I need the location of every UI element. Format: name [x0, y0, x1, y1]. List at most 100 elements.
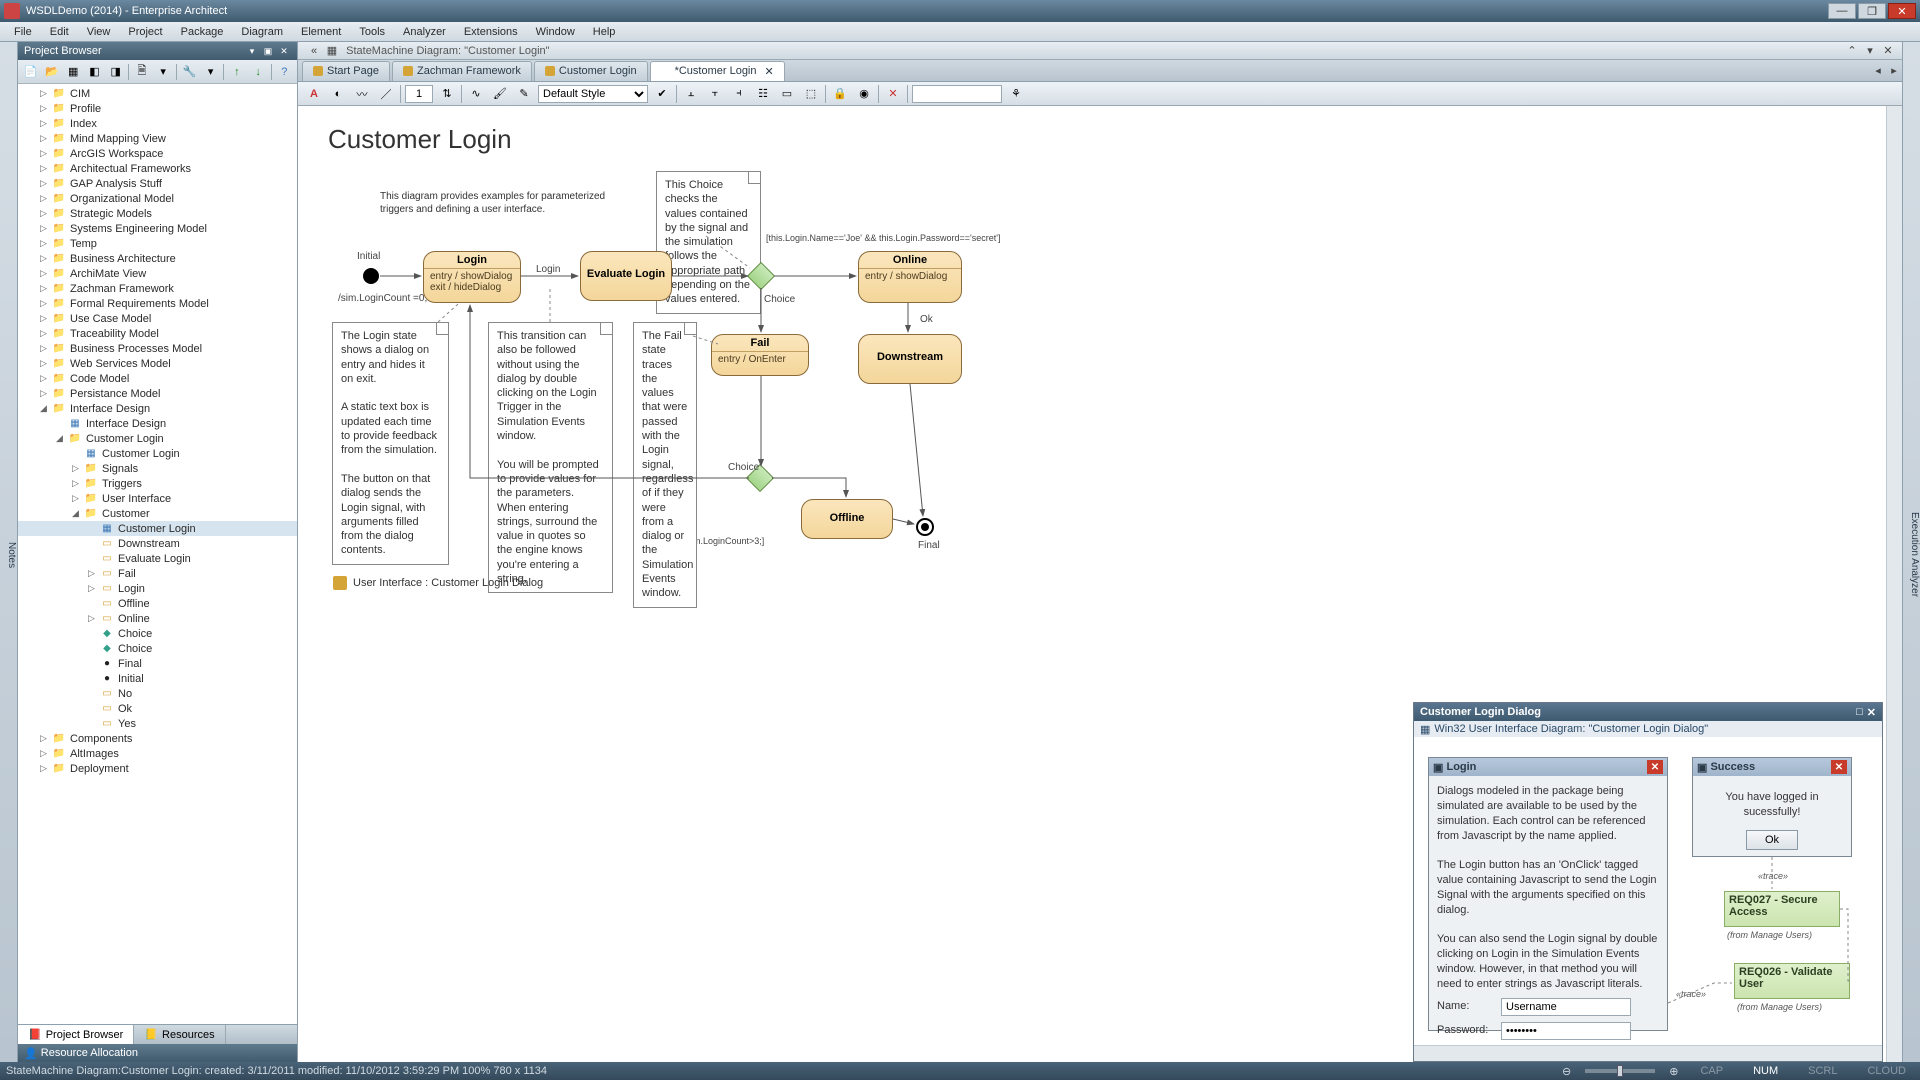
menu-window[interactable]: Window	[528, 24, 583, 40]
eyedrop-icon[interactable]: ✎	[514, 85, 534, 103]
dialog-panel-title[interactable]: Customer Login Dialog □ ✕	[1414, 703, 1882, 721]
filter-icon[interactable]: ⚘	[1006, 85, 1026, 103]
state-fail[interactable]: Fail entry / OnEnter	[711, 334, 809, 376]
tree-item[interactable]: ◢📁Customer Login	[18, 431, 297, 446]
diagram-icon[interactable]: ▦	[324, 44, 340, 58]
tree-item[interactable]: ◢📁Customer	[18, 506, 297, 521]
note-fail[interactable]: The Fail state traces the values that we…	[633, 322, 697, 608]
minimize-button[interactable]: —	[1828, 3, 1856, 19]
tree-item[interactable]: ▷📁Temp	[18, 236, 297, 251]
panel-close-icon[interactable]: ✕	[1867, 706, 1876, 719]
tree-item[interactable]: ▭Yes	[18, 716, 297, 731]
zoom-slider[interactable]	[1585, 1069, 1655, 1073]
tree-item[interactable]: ▷📁Components	[18, 731, 297, 746]
fill-icon[interactable]: ◐	[328, 85, 348, 103]
tree-item[interactable]: ▷📁GAP Analysis Stuff	[18, 176, 297, 191]
style-select[interactable]: Default Style	[538, 85, 648, 103]
menu-tools[interactable]: Tools	[351, 24, 393, 40]
note-login[interactable]: The Login state shows a dialog on entry …	[332, 322, 449, 565]
resource-allocation-bar[interactable]: 👤 Resource Allocation	[18, 1044, 297, 1062]
tree-item[interactable]: ▷📁ArchiMate View	[18, 266, 297, 281]
menu-diagram[interactable]: Diagram	[233, 24, 291, 40]
tree-item[interactable]: ▷📁Triggers	[18, 476, 297, 491]
menu-help[interactable]: Help	[585, 24, 624, 40]
menu-element[interactable]: Element	[293, 24, 349, 40]
tree-item[interactable]: ▷📁Index	[18, 116, 297, 131]
tree-item[interactable]: ▷📁Persistance Model	[18, 386, 297, 401]
tree-item[interactable]: ▷📁Web Services Model	[18, 356, 297, 371]
doc-tab[interactable]: Customer Login	[534, 61, 648, 81]
execution-analyzer-tab[interactable]: Execution Analyzer	[1902, 42, 1920, 1062]
tree-item[interactable]: ▷📁Zachman Framework	[18, 281, 297, 296]
menu-analyzer[interactable]: Analyzer	[395, 24, 454, 40]
lock-icon[interactable]: 🔒	[830, 85, 850, 103]
restore-button[interactable]: ❐	[1858, 3, 1886, 19]
success-window[interactable]: ▣ Success✕ You have logged in sucessfull…	[1692, 757, 1852, 857]
tab-project-browser[interactable]: 📕Project Browser	[18, 1025, 134, 1044]
tree-item[interactable]: ▭No	[18, 686, 297, 701]
up-icon[interactable]: ↑	[228, 63, 245, 81]
tree-item[interactable]: ▦Customer Login	[18, 521, 297, 536]
tree-item[interactable]: ▭Evaluate Login	[18, 551, 297, 566]
notes-tab[interactable]: Notes	[0, 42, 18, 1062]
doc-icon[interactable]: 🗎	[133, 63, 150, 81]
doc-tab[interactable]: Start Page	[302, 61, 390, 81]
tree-item[interactable]: ▷📁Use Case Model	[18, 311, 297, 326]
apply-style-icon[interactable]: ✔	[652, 85, 672, 103]
project-tree[interactable]: ▷📁CIM▷📁Profile▷📁Index▷📁Mind Mapping View…	[18, 84, 297, 1024]
zoom-in-icon[interactable]: ⊕	[1669, 1065, 1678, 1078]
tab-resources[interactable]: 📒Resources	[134, 1025, 225, 1044]
help-icon[interactable]: ?	[276, 63, 293, 81]
tree-item[interactable]: ▷📁ArcGIS Workspace	[18, 146, 297, 161]
stepper-icon[interactable]: ⇅	[437, 85, 457, 103]
req-validate-user[interactable]: REQ026 - Validate User(from Manage Users…	[1734, 963, 1850, 999]
tree-item[interactable]: ▷▭Fail	[18, 566, 297, 581]
initial-state[interactable]	[363, 268, 379, 284]
element-icon[interactable]: ◨	[107, 63, 124, 81]
panel-max-icon[interactable]: □	[1856, 706, 1863, 718]
menu-file[interactable]: File	[6, 24, 40, 40]
filter-off-icon[interactable]: ◉	[854, 85, 874, 103]
down-icon[interactable]: ↓	[250, 63, 267, 81]
tree-item[interactable]: ▷📁Business Processes Model	[18, 341, 297, 356]
tree-item[interactable]: ▷📁Strategic Models	[18, 206, 297, 221]
line-color-icon[interactable]: ／	[376, 85, 396, 103]
login-window[interactable]: ▣ Login✕ Dialogs modeled in the package …	[1428, 757, 1668, 1031]
align-center-icon[interactable]: ⫟	[705, 85, 725, 103]
menu-project[interactable]: Project	[120, 24, 170, 40]
same-size-icon[interactable]: ▭	[777, 85, 797, 103]
tree-item[interactable]: ●Final	[18, 656, 297, 671]
delete-icon[interactable]: ✕	[883, 85, 903, 103]
state-evaluate[interactable]: Evaluate Login	[580, 251, 672, 301]
panel-header[interactable]: Project Browser ▾ ▣ ✕	[18, 42, 297, 60]
align-left-icon[interactable]: ⫠	[681, 85, 701, 103]
tree-item[interactable]: ▷📁User Interface	[18, 491, 297, 506]
tree-item[interactable]: ▷📁Organizational Model	[18, 191, 297, 206]
tree-item[interactable]: ▷📁Deployment	[18, 761, 297, 776]
tree-item[interactable]: ▷📁Architectual Frameworks	[18, 161, 297, 176]
name-input[interactable]	[1501, 998, 1631, 1016]
state-offline[interactable]: Offline	[801, 499, 893, 539]
tree-item[interactable]: ▷📁Systems Engineering Model	[18, 221, 297, 236]
ok-button[interactable]: Ok	[1746, 830, 1798, 850]
tree-item[interactable]: ▷📁AltImages	[18, 746, 297, 761]
tree-item[interactable]: ▷📁Signals	[18, 461, 297, 476]
panel-pin-icon[interactable]: ▣	[261, 45, 275, 57]
diagram-icon[interactable]: ◧	[86, 63, 103, 81]
tree-item[interactable]: ▷📁Code Model	[18, 371, 297, 386]
tab-prev-icon[interactable]: ◂	[1870, 64, 1886, 77]
tree-item[interactable]: ◆Choice	[18, 641, 297, 656]
tree-item[interactable]: ●Initial	[18, 671, 297, 686]
line-style-icon[interactable]: 〰	[352, 85, 372, 103]
open-icon[interactable]: 📂	[43, 63, 60, 81]
bezier-icon[interactable]: ∿	[466, 85, 486, 103]
tree-item[interactable]: ▭Downstream	[18, 536, 297, 551]
state-login[interactable]: Login entry / showDialog exit / hideDial…	[423, 251, 521, 303]
req-secure-access[interactable]: REQ027 - Secure Access(from Manage Users…	[1724, 891, 1840, 927]
panel-menu-icon[interactable]: ▾	[245, 45, 259, 57]
tree-item[interactable]: ▦Customer Login	[18, 446, 297, 461]
close-button[interactable]: ✕	[1888, 3, 1916, 19]
horizontal-scrollbar[interactable]	[1414, 1045, 1882, 1061]
doc-tab[interactable]: *Customer Login✕	[650, 61, 785, 81]
doc-tab[interactable]: Zachman Framework	[392, 61, 532, 81]
